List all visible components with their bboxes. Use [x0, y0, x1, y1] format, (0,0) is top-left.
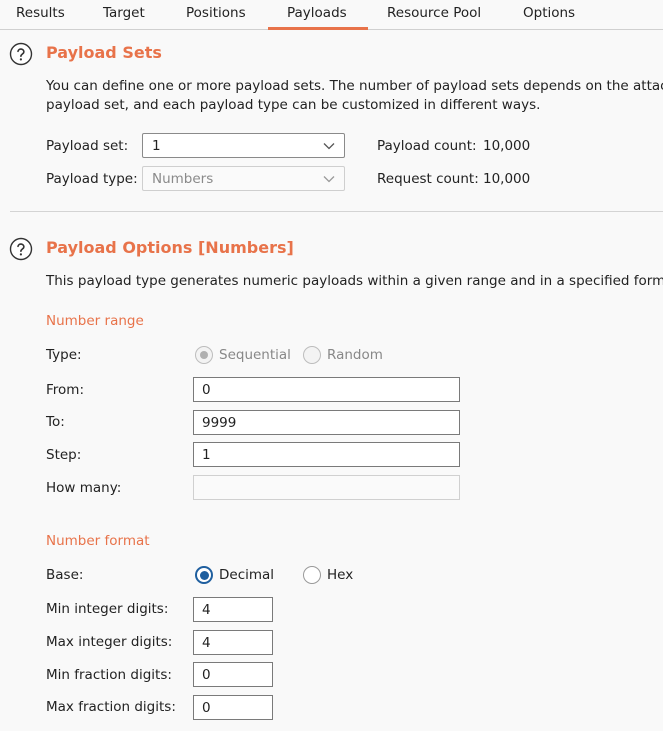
- max-fraction-digits-field[interactable]: [193, 695, 273, 720]
- max-integer-digits-field[interactable]: [193, 630, 273, 655]
- hex-label: Hex: [327, 567, 354, 583]
- decimal-radio[interactable]: [195, 566, 213, 584]
- min-fraction-digits-input[interactable]: [194, 663, 272, 686]
- tab-results[interactable]: Results: [16, 5, 65, 21]
- max-integer-digits-label: Max integer digits:: [46, 634, 173, 650]
- payload-type-label: Payload type:: [46, 171, 138, 187]
- min-fraction-digits-label: Min fraction digits:: [46, 667, 172, 683]
- payload-options-description: This payload type generates numeric payl…: [46, 273, 663, 289]
- max-integer-digits-input[interactable]: [194, 631, 272, 654]
- tab-options[interactable]: Options: [523, 5, 575, 21]
- tab-target[interactable]: Target: [103, 5, 145, 21]
- payload-set-select[interactable]: 1: [142, 133, 345, 158]
- to-field[interactable]: [193, 410, 460, 435]
- tab-payloads[interactable]: Payloads: [287, 5, 347, 21]
- payload-set-label: Payload set:: [46, 138, 129, 154]
- number-format-heading: Number format: [46, 533, 150, 549]
- to-label: To:: [46, 414, 65, 430]
- payload-count-label: Payload count:: [377, 138, 477, 154]
- how-many-input[interactable]: [194, 476, 459, 499]
- from-input[interactable]: [194, 378, 459, 401]
- payload-count-value: 10,000: [483, 138, 531, 154]
- how-many-field[interactable]: [193, 475, 460, 500]
- max-fraction-digits-label: Max fraction digits:: [46, 699, 176, 715]
- base-label: Base:: [46, 567, 84, 583]
- sequential-radio[interactable]: [195, 346, 213, 364]
- payload-set-value: 1: [152, 138, 161, 154]
- help-circle-icon[interactable]: [9, 237, 33, 261]
- number-range-heading: Number range: [46, 313, 144, 329]
- hex-radio[interactable]: [303, 566, 321, 584]
- min-integer-digits-label: Min integer digits:: [46, 601, 169, 617]
- payload-type-select[interactable]: Numbers: [142, 166, 345, 191]
- random-radio[interactable]: [303, 346, 321, 364]
- payload-sets-description-line1: You can define one or more payload sets.…: [46, 78, 663, 94]
- payload-options-title: Payload Options [Numbers]: [46, 238, 294, 257]
- tab-bar: Results Target Positions Payloads Resour…: [0, 0, 663, 30]
- section-divider: [10, 211, 663, 212]
- tab-resource-pool[interactable]: Resource Pool: [387, 5, 481, 21]
- payload-sets-title: Payload Sets: [46, 43, 162, 62]
- tab-positions[interactable]: Positions: [186, 5, 246, 21]
- step-label: Step:: [46, 447, 82, 463]
- chevron-down-icon: [323, 143, 335, 150]
- step-input[interactable]: [194, 443, 459, 466]
- how-many-label: How many:: [46, 480, 122, 496]
- random-label: Random: [327, 347, 383, 363]
- from-field[interactable]: [193, 377, 460, 402]
- min-integer-digits-input[interactable]: [194, 598, 272, 621]
- range-type-label: Type:: [46, 347, 82, 363]
- payload-type-value: Numbers: [152, 171, 214, 187]
- sequential-label: Sequential: [219, 347, 291, 363]
- payload-sets-description-line2: payload set, and each payload type can b…: [46, 97, 541, 113]
- min-integer-digits-field[interactable]: [193, 597, 273, 622]
- step-field[interactable]: [193, 442, 460, 467]
- from-label: From:: [46, 382, 84, 398]
- help-circle-icon[interactable]: [9, 42, 33, 66]
- chevron-down-icon: [323, 176, 335, 183]
- active-tab-indicator: [268, 27, 368, 30]
- decimal-label: Decimal: [219, 567, 275, 583]
- to-input[interactable]: [194, 411, 459, 434]
- min-fraction-digits-field[interactable]: [193, 662, 273, 687]
- request-count-value: 10,000: [483, 171, 531, 187]
- request-count-label: Request count:: [377, 171, 479, 187]
- max-fraction-digits-input[interactable]: [194, 696, 272, 719]
